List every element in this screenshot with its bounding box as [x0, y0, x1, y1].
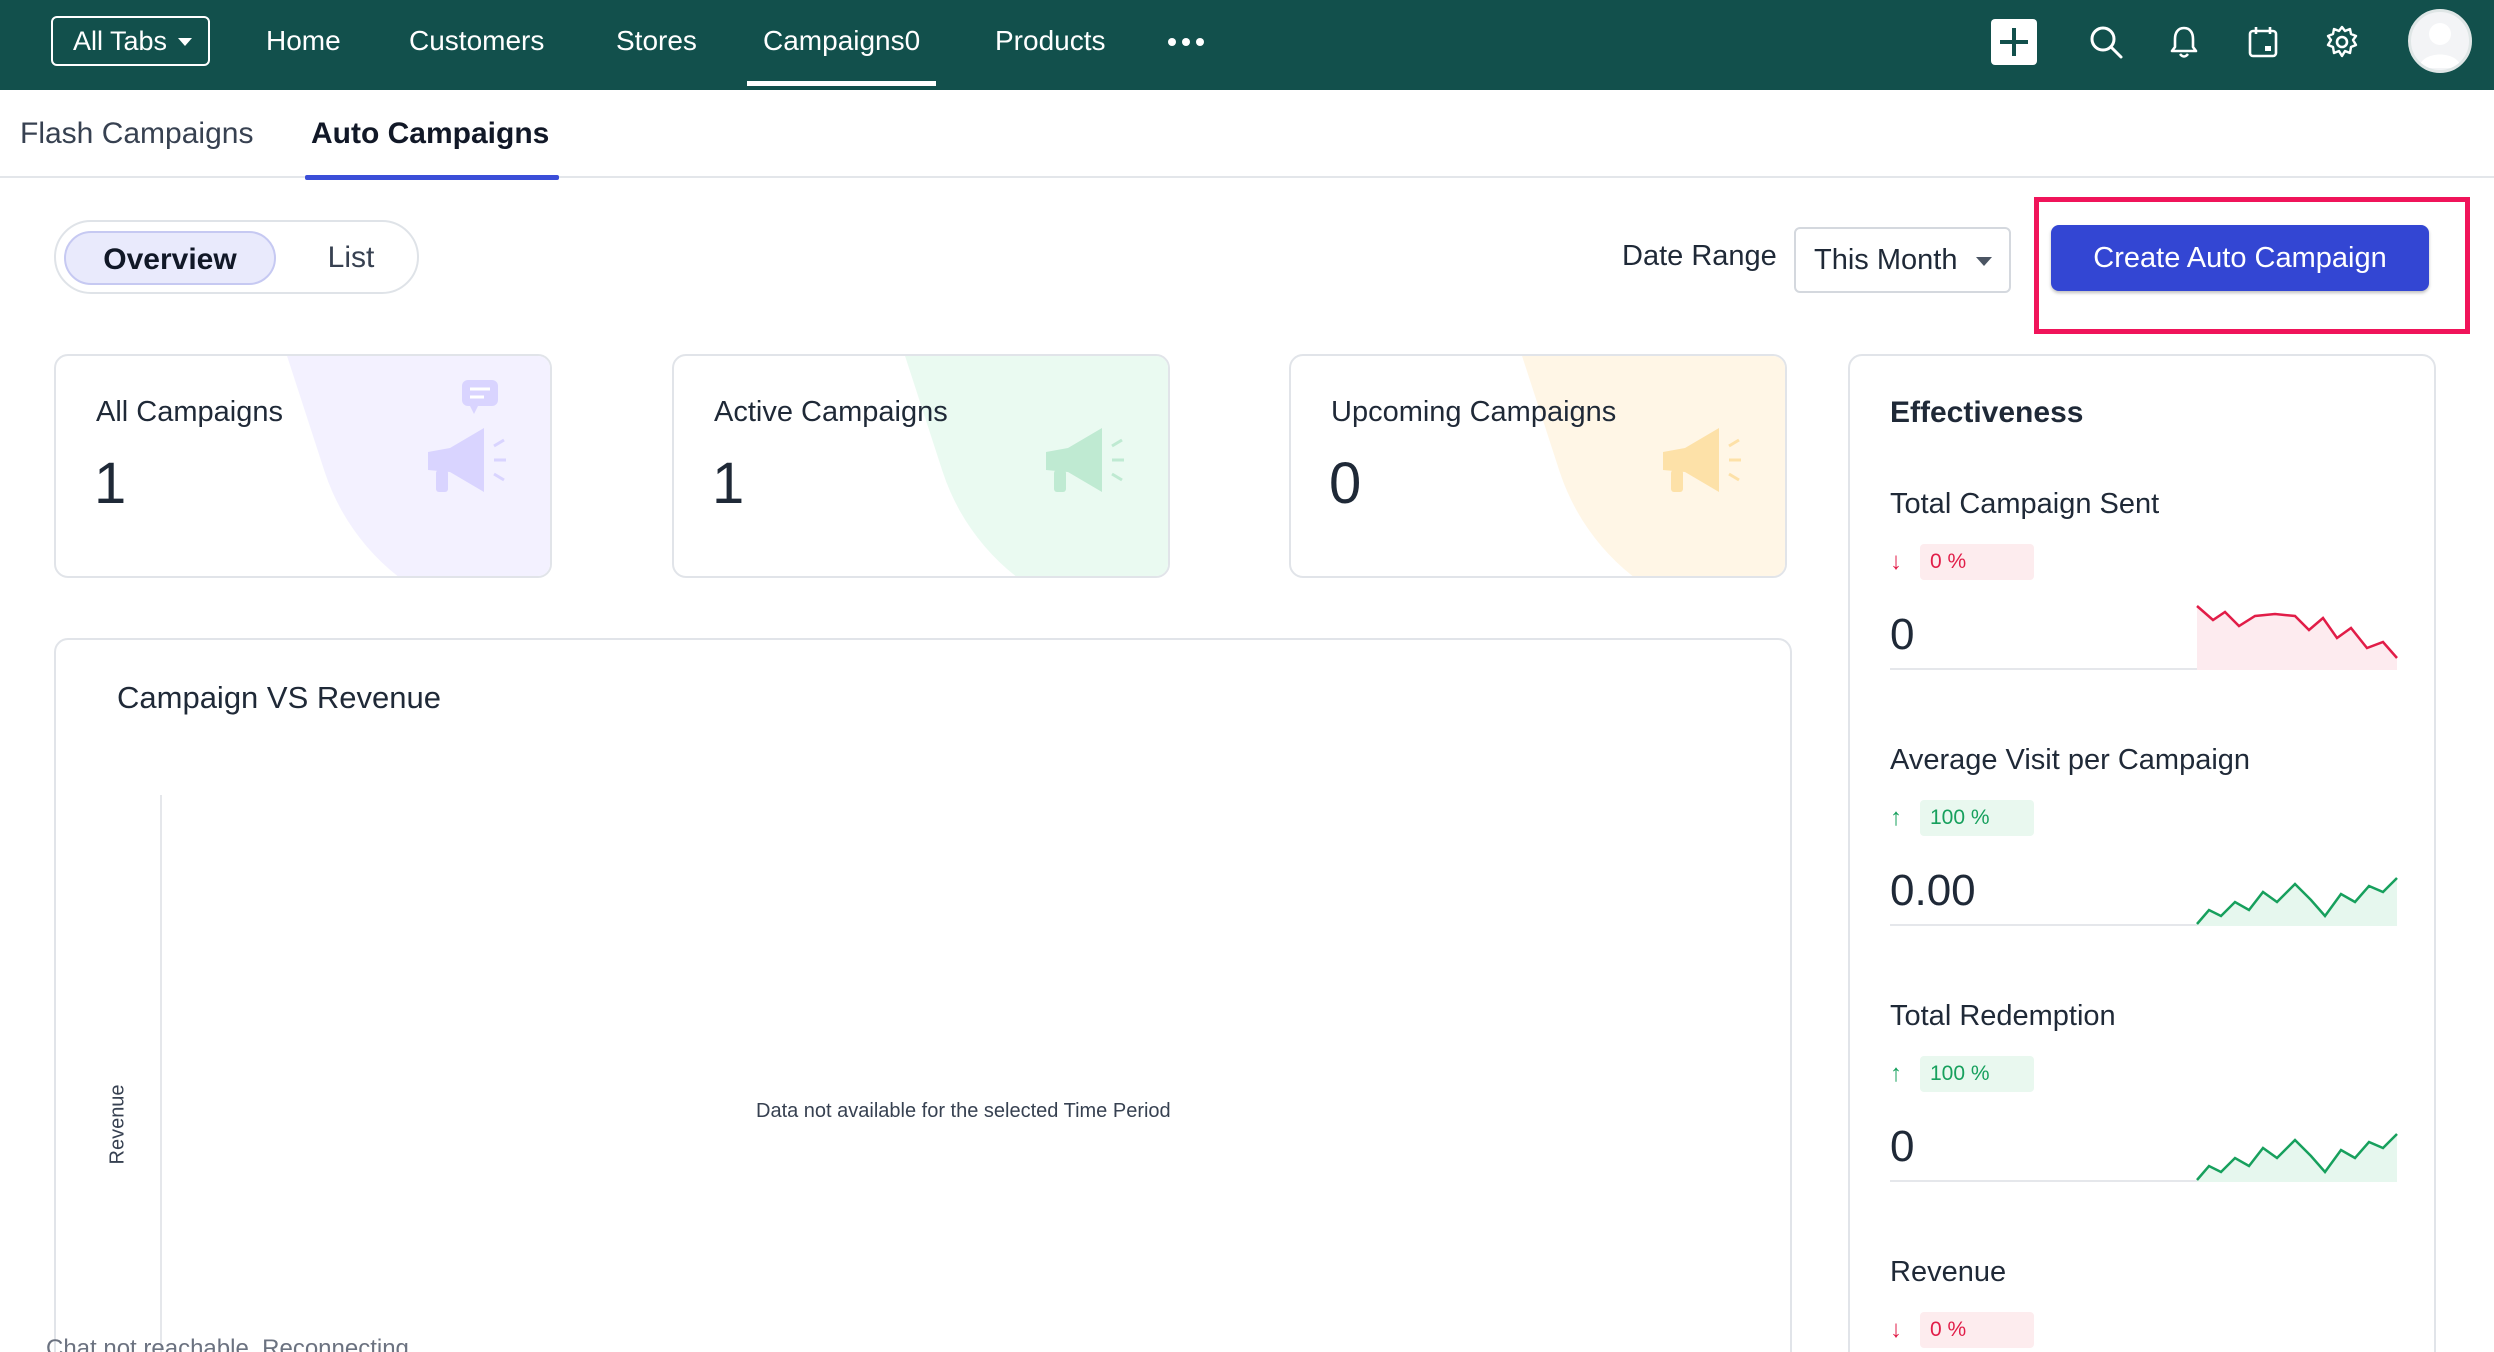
metric-label: Revenue: [1890, 1256, 2007, 1288]
card-value: 0: [1329, 451, 1362, 516]
sparkline-chart: [2196, 605, 2398, 670]
megaphone-icon: [1663, 428, 1741, 492]
chevron-down-icon: [178, 38, 192, 46]
all-tabs-dropdown[interactable]: All Tabs: [51, 16, 210, 66]
metric-change-badge: 100 %: [1920, 800, 2034, 836]
metric-value: 0: [1890, 1122, 1915, 1171]
arrow-down-icon: ↓: [1890, 1316, 1902, 1343]
chart-y-axis: [160, 795, 162, 1352]
view-toggle: Overview List: [54, 220, 419, 294]
chart-empty-message: Data not available for the selected Time…: [756, 1100, 1171, 1122]
card-title: Upcoming Campaigns: [1331, 396, 1617, 428]
avatar[interactable]: [2408, 9, 2472, 73]
nav-item-stores[interactable]: Stores: [616, 0, 697, 86]
calendar-icon[interactable]: [2239, 18, 2287, 66]
arrow-up-icon: ↑: [1890, 804, 1902, 831]
overview-toggle-option[interactable]: Overview: [64, 231, 276, 285]
arrow-up-icon: ↑: [1890, 1060, 1902, 1087]
card-value: 1: [712, 451, 745, 516]
sparkline-chart: [2196, 1133, 2398, 1182]
stat-card-all-campaigns: All Campaigns 1: [54, 354, 552, 578]
stat-card-active-campaigns: Active Campaigns 1: [672, 354, 1170, 578]
effectiveness-title: Effectiveness: [1890, 396, 2084, 429]
card-title: Active Campaigns: [714, 396, 948, 428]
top-navigation-bar: All Tabs Home Customers Stores Campaigns…: [0, 0, 2494, 90]
nav-item-customers[interactable]: Customers: [409, 0, 544, 86]
campaign-subtabs: Flash Campaigns Auto Campaigns: [0, 90, 2494, 180]
sparkline-chart: [2196, 877, 2398, 926]
search-icon[interactable]: [2082, 18, 2130, 66]
metric-change-badge: 0 %: [1920, 544, 2034, 580]
metric-label: Total Campaign Sent: [1890, 488, 2160, 520]
gear-icon[interactable]: [2318, 18, 2366, 66]
all-tabs-label: All Tabs: [73, 25, 168, 56]
chevron-down-icon: [1976, 257, 1992, 266]
bell-icon[interactable]: [2160, 18, 2208, 66]
tab-auto-campaigns[interactable]: Auto Campaigns: [304, 90, 560, 180]
more-icon[interactable]: [1168, 38, 1204, 46]
stat-card-upcoming-campaigns: Upcoming Campaigns 0: [1289, 354, 1787, 578]
date-range-label: Date Range: [1622, 240, 1777, 272]
metric-change-badge: 0 %: [1920, 1312, 2034, 1348]
metric-label: Total Redemption: [1890, 1000, 2116, 1032]
megaphone-icon: [1046, 428, 1124, 492]
chart-title: Campaign VS Revenue: [117, 680, 441, 715]
arrow-down-icon: ↓: [1890, 548, 1902, 575]
date-range-select[interactable]: This Month: [1794, 227, 2011, 293]
nav-item-campaigns[interactable]: Campaigns0: [746, 0, 937, 86]
metric-value: 0.00: [1890, 866, 1976, 915]
card-title: All Campaigns: [96, 396, 283, 428]
metric-value: 0: [1890, 610, 1915, 659]
nav-item-products[interactable]: Products: [995, 0, 1106, 86]
effectiveness-panel: Effectiveness Total Campaign Sent ↓ 0 % …: [1848, 354, 2436, 1352]
campaign-vs-revenue-chart: Campaign VS Revenue Revenue Data not ava…: [54, 638, 1792, 1352]
chart-y-label: Revenue: [106, 1084, 129, 1165]
card-value: 1: [94, 451, 127, 516]
nav-item-home[interactable]: Home: [266, 0, 341, 86]
tab-flash-campaigns[interactable]: Flash Campaigns: [20, 90, 253, 178]
metric-change-badge: 100 %: [1920, 1056, 2034, 1092]
date-range-value: This Month: [1814, 244, 1958, 276]
chat-status-message: Chat not reachable. Reconnecting: [46, 1335, 409, 1352]
plus-icon[interactable]: [1990, 18, 2038, 66]
create-auto-campaign-button[interactable]: Create Auto Campaign: [2051, 225, 2429, 291]
megaphone-icon: [428, 380, 506, 492]
metric-label: Average Visit per Campaign: [1890, 744, 2251, 776]
list-toggle-option[interactable]: List: [292, 231, 410, 285]
